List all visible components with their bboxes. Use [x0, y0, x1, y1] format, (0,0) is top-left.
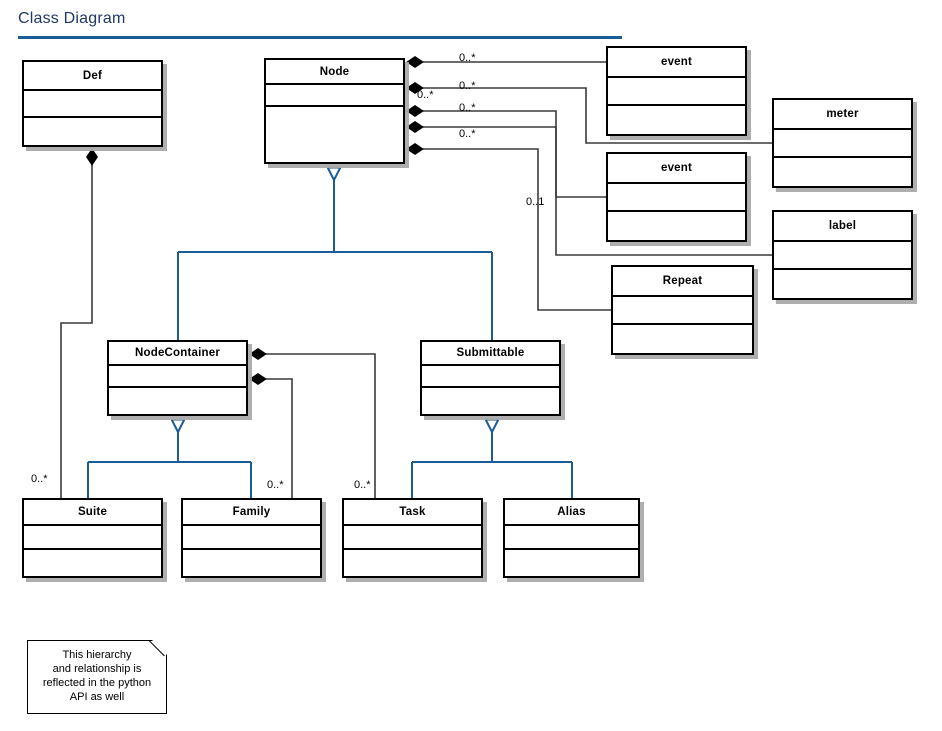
- assoc-node-event2: [406, 104, 606, 198]
- class-attributes-repeat: [613, 297, 752, 325]
- class-operations-event1: [608, 106, 745, 134]
- class-box-event2[interactable]: event: [606, 152, 747, 242]
- class-operations-suite: [24, 550, 161, 576]
- note-line-3: reflected in the python: [42, 677, 152, 689]
- class-attributes-event1: [608, 78, 745, 106]
- class-name-event2: event: [608, 154, 745, 184]
- class-name-nodecontainer: NodeContainer: [109, 342, 246, 366]
- multiplicity-node-event1: 0..*: [459, 52, 476, 64]
- class-box-meter[interactable]: meter: [772, 98, 913, 188]
- class-operations-alias: [505, 550, 638, 576]
- assoc-node-repeat: [406, 142, 611, 311]
- class-name-repeat: Repeat: [613, 267, 752, 297]
- class-box-event1[interactable]: event: [606, 46, 747, 136]
- class-operations-meter: [774, 158, 911, 186]
- class-diagram-canvas: Class Diagram Def Node event event meter…: [0, 0, 942, 731]
- multiplicity-node-repeat: 0..1: [526, 196, 545, 208]
- class-operations-nodecontainer: [109, 388, 246, 414]
- class-name-task: Task: [344, 500, 481, 526]
- class-name-label: label: [774, 212, 911, 242]
- class-operations-node: [266, 107, 403, 162]
- note-fold-edge-icon: [146, 640, 167, 661]
- multiplicity-def-suite: 0..*: [31, 473, 48, 485]
- class-operations-repeat: [613, 325, 752, 353]
- class-attributes-nodecontainer: [109, 366, 246, 388]
- class-attributes-event2: [608, 184, 745, 212]
- class-attributes-family: [183, 526, 320, 550]
- class-attributes-submittable: [422, 366, 559, 388]
- class-name-alias: Alias: [505, 500, 638, 526]
- class-box-def[interactable]: Def: [22, 60, 163, 147]
- class-name-family: Family: [183, 500, 320, 526]
- class-attributes-suite: [24, 526, 161, 550]
- class-operations-def: [24, 118, 161, 145]
- class-box-node[interactable]: Node: [264, 58, 405, 164]
- class-name-submittable: Submittable: [422, 342, 559, 366]
- class-name-event1: event: [608, 48, 745, 78]
- class-operations-label: [774, 270, 911, 298]
- class-box-nodecontainer[interactable]: NodeContainer: [107, 340, 248, 416]
- note-line-4: API as well: [69, 691, 125, 703]
- class-box-suite[interactable]: Suite: [22, 498, 163, 578]
- class-name-node: Node: [266, 60, 403, 85]
- note-python-api: This hierarchy and relationship is refle…: [27, 640, 167, 714]
- multiplicity-node-meter: 0..*: [459, 80, 476, 92]
- multiplicity-node-label: 0..*: [459, 128, 476, 140]
- multiplicity-nodecontainer-family: 0..*: [267, 479, 284, 491]
- class-attributes-task: [344, 526, 481, 550]
- note-line-1: This hierarchy: [62, 649, 132, 661]
- class-box-label[interactable]: label: [772, 210, 913, 300]
- title-underline: [18, 36, 622, 39]
- class-attributes-alias: [505, 526, 638, 550]
- class-attributes-label: [774, 242, 911, 270]
- class-attributes-def: [24, 91, 161, 118]
- class-operations-task: [344, 550, 481, 576]
- multiplicity-node-self: 0..*: [417, 89, 434, 101]
- assoc-def-suite: [60, 148, 99, 498]
- class-box-alias[interactable]: Alias: [503, 498, 640, 578]
- assoc-nodecontainer-task: [249, 347, 376, 498]
- class-name-meter: meter: [774, 100, 911, 130]
- multiplicity-node-event2: 0..*: [459, 102, 476, 114]
- class-box-submittable[interactable]: Submittable: [420, 340, 561, 416]
- note-line-2: and relationship is: [52, 663, 142, 675]
- class-box-family[interactable]: Family: [181, 498, 322, 578]
- class-name-def: Def: [24, 62, 161, 91]
- class-box-task[interactable]: Task: [342, 498, 483, 578]
- class-operations-event2: [608, 212, 745, 240]
- class-name-suite: Suite: [24, 500, 161, 526]
- class-operations-submittable: [422, 388, 559, 414]
- page-title: Class Diagram: [18, 10, 126, 27]
- class-attributes-meter: [774, 130, 911, 158]
- class-operations-family: [183, 550, 320, 576]
- class-box-repeat[interactable]: Repeat: [611, 265, 754, 355]
- multiplicity-nodecontainer-task: 0..*: [354, 479, 371, 491]
- class-attributes-node: [266, 85, 403, 107]
